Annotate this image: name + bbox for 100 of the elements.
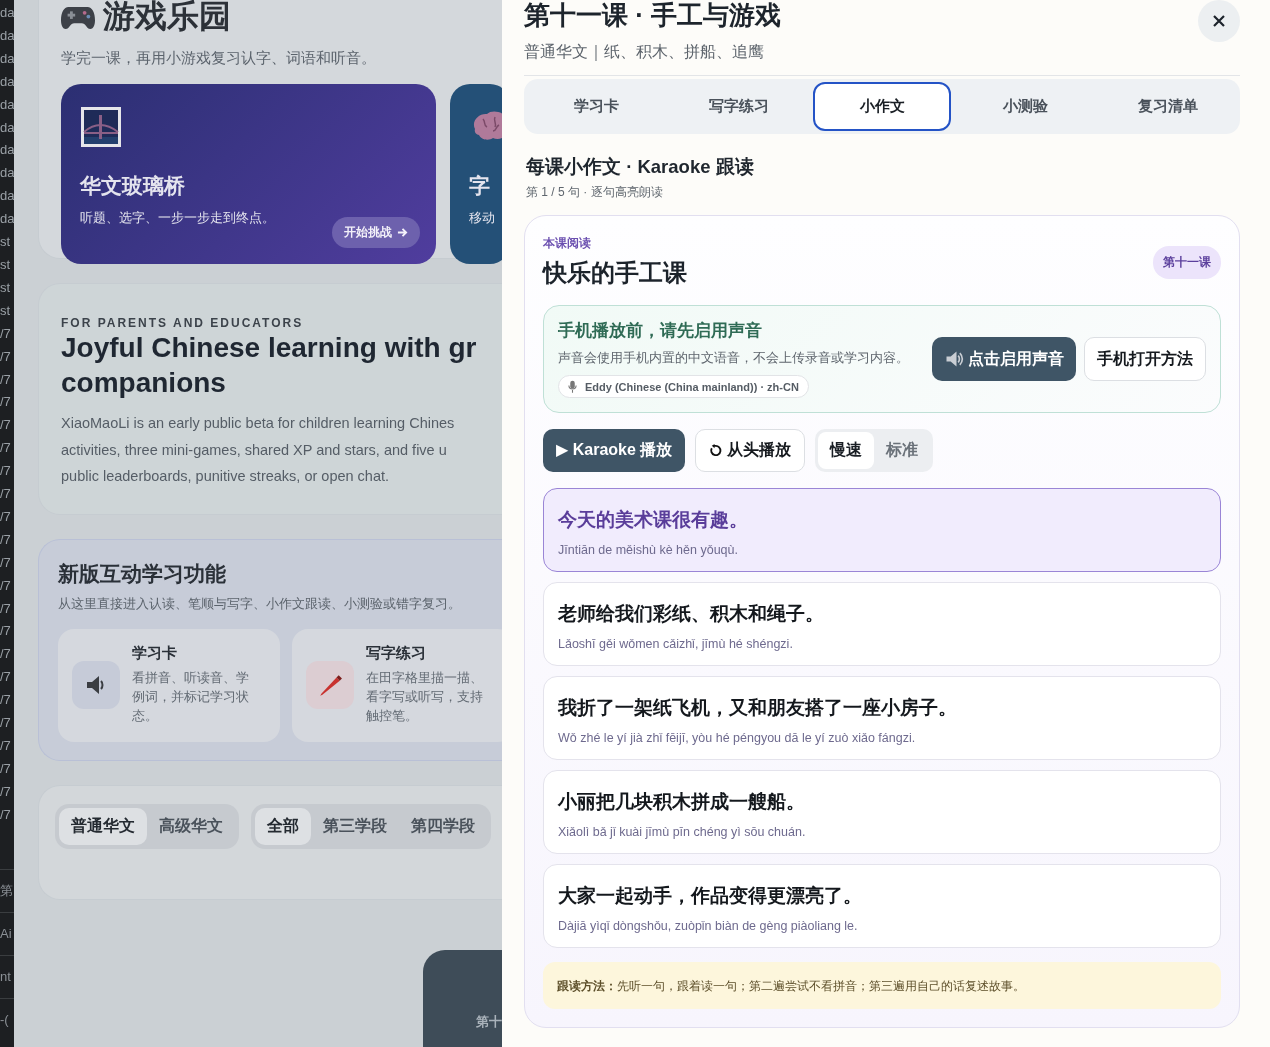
feature-card[interactable]: 写字练习 在田字格里描一描、看字写或听写，支持触控笔。	[292, 628, 502, 742]
terminal-text: da	[0, 95, 14, 114]
terminal-text: /7	[0, 737, 12, 755]
feature-title: 学习卡	[132, 644, 178, 663]
terminal-text: /7	[0, 507, 12, 526]
enable-sound-button[interactable]: 点击启用声音	[932, 337, 1076, 381]
start-challenge-button[interactable]: 开始挑战	[332, 217, 420, 248]
terminal-text: da	[0, 49, 14, 68]
reading-title: 快乐的手工课	[543, 258, 687, 288]
pinyin-text: Xiǎolì bǎ jǐ kuài jīmù pīn chéng yì sōu chuán.	[558, 825, 807, 839]
terminal-text: /7	[0, 645, 12, 664]
filter-option[interactable]: 第四学段	[399, 807, 487, 845]
sentence-text: 老师给我们彩纸、积木和绳子。	[558, 602, 825, 626]
eyebrow-label: FOR PARENTS AND EDUCATORS	[61, 316, 305, 330]
restart-button[interactable]: 从头播放	[695, 429, 806, 472]
section-subtitle: 从这里直接进入认读、笔顺与写字、小作文跟读、小测验或错字复习。	[58, 595, 462, 613]
terminal-text: /7	[0, 347, 12, 366]
section-title: 新版互动学习功能	[58, 560, 227, 587]
terminal-text: /7	[0, 485, 12, 504]
speaker-icon	[944, 349, 964, 369]
terminal-text: /7	[0, 576, 12, 595]
speed-option[interactable]: 慢速	[818, 432, 875, 469]
sentence-card[interactable]: 小丽把几块积木拼成一艘船。 Xiǎolì bǎ jǐ kuài jīmù pīn chéng yì sōu chuán.	[543, 770, 1221, 854]
tab[interactable]: 小作文	[813, 82, 951, 131]
terminal-text: /7	[0, 393, 12, 412]
terminal-text: da	[0, 118, 14, 137]
feature-description: 在田字格里描一描、看字写或听写，支持触控笔。	[366, 670, 484, 725]
terminal-text: da	[0, 210, 14, 229]
terminal-text: /7	[0, 416, 12, 435]
karaoke-play-button[interactable]: ▶ Karaoke 播放	[543, 429, 686, 472]
terminal-text: /7	[0, 782, 12, 801]
pinyin-text: Jīntiān de měishù kè hěn yǒuqù.	[558, 543, 739, 557]
sentence-card[interactable]: 今天的美术课很有趣。 Jīntiān de měishù kè hěn yǒuqù.	[543, 488, 1221, 572]
section-subtitle: 学完一课，再用小游戏复习认字、词语和听音。	[61, 49, 377, 68]
terminal-text: /7	[0, 370, 12, 389]
sentence-card[interactable]: 大家一起动手，作品变得更漂亮了。 Dàjiā yìqǐ dòngshǒu, zuòpǐn biàn de gèng piàoliang le.	[543, 864, 1221, 948]
sentence-text: 小丽把几块积木拼成一艘船。	[558, 790, 806, 814]
terminal-text: /7	[0, 759, 12, 778]
voice-name: Eddy (Chinese (China mainland)) · zh-CN	[585, 380, 799, 393]
intro-text: activities, three mini-games, shared XP and stars, and five u	[61, 440, 448, 460]
game-card[interactable]: 字 移动	[450, 84, 502, 264]
terminal-text: 第	[0, 869, 14, 912]
terminal-text: /7	[0, 553, 12, 572]
terminal-text: Ai	[0, 912, 14, 955]
section-title: 游戏乐园	[103, 0, 231, 36]
microphone-icon	[568, 380, 577, 393]
help-button[interactable]: 手机打开方法	[1084, 337, 1206, 381]
close-icon	[1213, 15, 1225, 27]
terminal-text: da	[0, 164, 14, 183]
speed-option[interactable]: 标准	[874, 432, 931, 469]
terminal-text: st	[0, 233, 12, 252]
sentence-card[interactable]: 我折了一架纸飞机，又和朋友搭了一座小房子。 Wǒ zhé le yí jià zhǐ fēijī, yòu hé péngyou dā le yí zuò xiǎo fángzi.	[543, 676, 1221, 760]
terminal-text: /7	[0, 599, 12, 618]
terminal-text: da	[0, 141, 14, 160]
sentence-text: 今天的美术课很有趣。	[558, 508, 749, 532]
filter-option[interactable]: 高级华文	[147, 807, 235, 845]
terminal-text: nt	[0, 955, 14, 998]
pinyin-text: Wǒ zhé le yí jià zhǐ fēijī, yòu hé péngyou dā le yí zuò xiǎo fángzi.	[558, 731, 917, 745]
notice-title: 手机播放前，请先启用声音	[558, 320, 763, 341]
sentence-card[interactable]: 老师给我们彩纸、积木和绳子。 Lǎoshī gěi wǒmen cǎizhǐ, jīmù hé shéngzi.	[543, 582, 1221, 666]
game-description: 听题、选字、一步一步走到终点。	[80, 210, 276, 227]
terminal-text: da	[0, 187, 14, 206]
terminal-text: st	[0, 301, 12, 320]
feature-description: 看拼音、听读音、学例词，并标记学习状态。	[132, 670, 250, 725]
terminal-text: /7	[0, 324, 12, 343]
eyebrow-label: 本课阅读	[543, 236, 592, 251]
terminal-text: /7	[0, 805, 12, 824]
sentence-text: 我折了一架纸飞机，又和朋友搭了一座小房子。	[558, 696, 958, 720]
feature-card[interactable]: 学习卡 看拼音、听读音、学例词，并标记学习状态。	[58, 628, 280, 742]
filter-option[interactable]: 全部	[255, 807, 311, 845]
bridge-picture-icon	[80, 106, 122, 148]
section-subtitle: 第 1 / 5 句 · 逐句高亮朗读	[526, 184, 664, 201]
terminal-text: -(	[0, 998, 14, 1041]
tab[interactable]: 小测验	[956, 82, 1094, 131]
terminal-text: /7	[0, 668, 12, 687]
terminal-text: st	[0, 255, 12, 274]
sentence-text: 大家一起动手，作品变得更漂亮了。	[558, 884, 863, 908]
tip-text: 跟读方法：先听一句，跟着读一句；第二遍尝试不看拼音；第三遍用自己的话复述故事。	[557, 979, 1025, 993]
drawer-title: 第十一课 · 手工与游戏	[524, 0, 782, 32]
filter-option[interactable]: 普通华文	[59, 807, 147, 845]
close-button[interactable]	[1198, 0, 1240, 42]
terminal-text: /7	[0, 622, 12, 641]
tab[interactable]: 复习清单	[1099, 82, 1237, 131]
terminal-text: /7	[0, 530, 12, 549]
crayon-icon	[317, 672, 343, 698]
terminal-text: /7	[0, 439, 12, 458]
filter-option[interactable]: 第三学段	[311, 807, 399, 845]
terminal-text: /7	[0, 462, 12, 481]
terminal-text: da	[0, 4, 14, 22]
terminal-text: da	[0, 26, 14, 45]
arrow-right-icon	[397, 227, 408, 238]
game-card[interactable]: 华文玻璃桥 听题、选字、一步一步走到终点。 开始挑战	[61, 84, 436, 264]
tab[interactable]: 写字练习	[670, 82, 808, 131]
intro-title: Joyful Chinese learning with gr	[61, 331, 478, 365]
restart-icon	[709, 444, 723, 457]
floating-button[interactable]: 第十	[423, 949, 502, 1047]
feature-title: 写字练习	[366, 644, 427, 663]
tab[interactable]: 学习卡	[527, 82, 665, 131]
pinyin-text: Dàjiā yìqǐ dòngshǒu, zuòpǐn biàn de gèng piàoliang le.	[558, 919, 859, 933]
intro-title: companions	[61, 366, 227, 400]
